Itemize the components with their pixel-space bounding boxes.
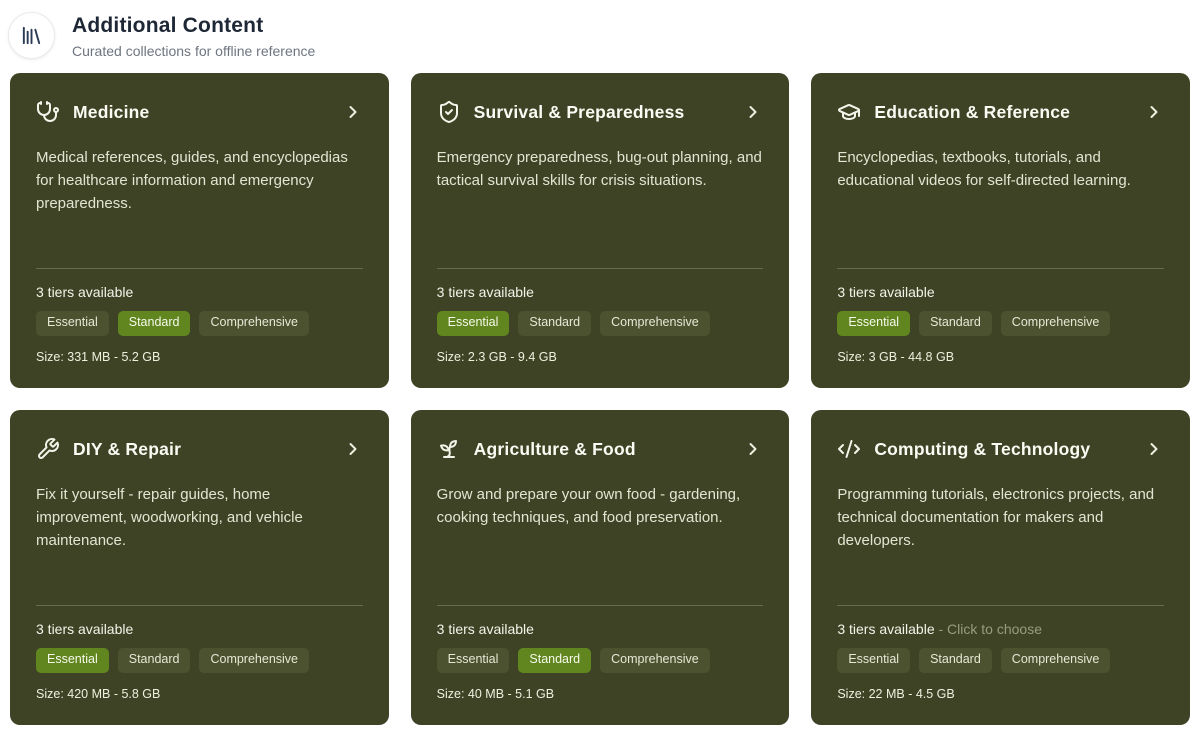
card-header: Medicine <box>36 97 363 127</box>
divider <box>36 268 363 269</box>
tier-chip-standard[interactable]: Standard <box>919 311 992 336</box>
tier-chips-row: Essential Standard Comprehensive <box>837 648 1164 673</box>
stethoscope-icon <box>36 100 60 124</box>
chevron-right-icon[interactable] <box>343 102 363 122</box>
size-label: Size: 2.3 GB - 9.4 GB <box>437 350 764 364</box>
tiers-available-label: 3 tiers available <box>837 621 934 637</box>
tier-chips-row: Essential Standard Comprehensive <box>437 311 764 336</box>
card-computing-technology[interactable]: Computing & Technology Programming tutor… <box>811 410 1190 725</box>
card-description: Medical references, guides, and encyclop… <box>36 146 363 268</box>
card-header: Education & Reference <box>837 97 1164 127</box>
page-header: Additional Content Curated collections f… <box>0 0 1200 73</box>
code-icon <box>837 437 861 461</box>
tiers-label-row: 3 tiers available <box>36 621 363 637</box>
tiers-available-label: 3 tiers available <box>36 621 133 637</box>
divider <box>36 605 363 606</box>
tier-chip-essential[interactable]: Essential <box>437 648 510 673</box>
card-agriculture-food[interactable]: Agriculture & Food Grow and prepare your… <box>411 410 790 725</box>
card-title: Education & Reference <box>874 102 1144 123</box>
size-label: Size: 331 MB - 5.2 GB <box>36 350 363 364</box>
tier-chip-essential[interactable]: Essential <box>837 648 910 673</box>
wrench-icon <box>36 437 60 461</box>
size-label: Size: 22 MB - 4.5 GB <box>837 687 1164 701</box>
tier-chip-standard[interactable]: Standard <box>118 311 191 336</box>
chevron-right-icon[interactable] <box>1144 102 1164 122</box>
tier-chip-comprehensive[interactable]: Comprehensive <box>1001 648 1111 673</box>
library-icon <box>8 12 55 59</box>
content-cards-grid: Medicine Medical references, guides, and… <box>0 73 1200 725</box>
divider <box>437 268 764 269</box>
tier-chip-comprehensive[interactable]: Comprehensive <box>199 648 309 673</box>
size-label: Size: 40 MB - 5.1 GB <box>437 687 764 701</box>
card-description: Grow and prepare your own food - gardeni… <box>437 483 764 605</box>
tier-chips-row: Essential Standard Comprehensive <box>36 311 363 336</box>
tiers-available-label: 3 tiers available <box>437 284 534 300</box>
tiers-label-row: 3 tiers available <box>437 284 764 300</box>
tiers-available-label: 3 tiers available <box>36 284 133 300</box>
tier-chip-comprehensive[interactable]: Comprehensive <box>199 311 309 336</box>
tiers-label-row: 3 tiers available <box>837 284 1164 300</box>
card-title: Computing & Technology <box>874 439 1144 460</box>
chevron-right-icon[interactable] <box>343 439 363 459</box>
size-label: Size: 3 GB - 44.8 GB <box>837 350 1164 364</box>
card-title: Agriculture & Food <box>474 439 744 460</box>
tier-chip-essential[interactable]: Essential <box>36 648 109 673</box>
card-header: DIY & Repair <box>36 434 363 464</box>
card-description: Fix it yourself - repair guides, home im… <box>36 483 363 605</box>
card-title: Survival & Preparedness <box>474 102 744 123</box>
tier-chip-comprehensive[interactable]: Comprehensive <box>600 648 710 673</box>
shield-check-icon <box>437 100 461 124</box>
card-education-reference[interactable]: Education & Reference Encyclopedias, tex… <box>811 73 1190 388</box>
card-description: Encyclopedias, textbooks, tutorials, and… <box>837 146 1164 268</box>
divider <box>837 268 1164 269</box>
tier-chip-comprehensive[interactable]: Comprehensive <box>600 311 710 336</box>
tier-chips-row: Essential Standard Comprehensive <box>36 648 363 673</box>
tier-chip-comprehensive[interactable]: Comprehensive <box>1001 311 1111 336</box>
sprout-icon <box>437 437 461 461</box>
tiers-available-label: 3 tiers available <box>437 621 534 637</box>
tier-chip-standard[interactable]: Standard <box>118 648 191 673</box>
card-description: Emergency preparedness, bug-out planning… <box>437 146 764 268</box>
tiers-label-row: 3 tiers available <box>36 284 363 300</box>
page-title: Additional Content <box>72 14 315 38</box>
chevron-right-icon[interactable] <box>1144 439 1164 459</box>
tier-chip-essential[interactable]: Essential <box>437 311 510 336</box>
divider <box>437 605 764 606</box>
tier-chip-essential[interactable]: Essential <box>837 311 910 336</box>
tier-chip-standard[interactable]: Standard <box>518 648 591 673</box>
tier-chips-row: Essential Standard Comprehensive <box>837 311 1164 336</box>
size-label: Size: 420 MB - 5.8 GB <box>36 687 363 701</box>
card-title: DIY & Repair <box>73 439 343 460</box>
tiers-label-row: 3 tiers available - Click to choose <box>837 621 1164 637</box>
card-medicine[interactable]: Medicine Medical references, guides, and… <box>10 73 389 388</box>
tiers-label-row: 3 tiers available <box>437 621 764 637</box>
chevron-right-icon[interactable] <box>743 102 763 122</box>
tier-chip-standard[interactable]: Standard <box>518 311 591 336</box>
divider <box>837 605 1164 606</box>
card-header: Agriculture & Food <box>437 434 764 464</box>
card-header: Computing & Technology <box>837 434 1164 464</box>
graduation-cap-icon <box>837 100 861 124</box>
card-survival-preparedness[interactable]: Survival & Preparedness Emergency prepar… <box>411 73 790 388</box>
page-subtitle: Curated collections for offline referenc… <box>72 43 315 59</box>
card-title: Medicine <box>73 102 343 123</box>
tier-chips-row: Essential Standard Comprehensive <box>437 648 764 673</box>
click-hint: - Click to choose <box>935 621 1042 637</box>
card-description: Programming tutorials, electronics proje… <box>837 483 1164 605</box>
tier-chip-standard[interactable]: Standard <box>919 648 992 673</box>
card-header: Survival & Preparedness <box>437 97 764 127</box>
tiers-available-label: 3 tiers available <box>837 284 934 300</box>
tier-chip-essential[interactable]: Essential <box>36 311 109 336</box>
chevron-right-icon[interactable] <box>743 439 763 459</box>
card-diy-repair[interactable]: DIY & Repair Fix it yourself - repair gu… <box>10 410 389 725</box>
